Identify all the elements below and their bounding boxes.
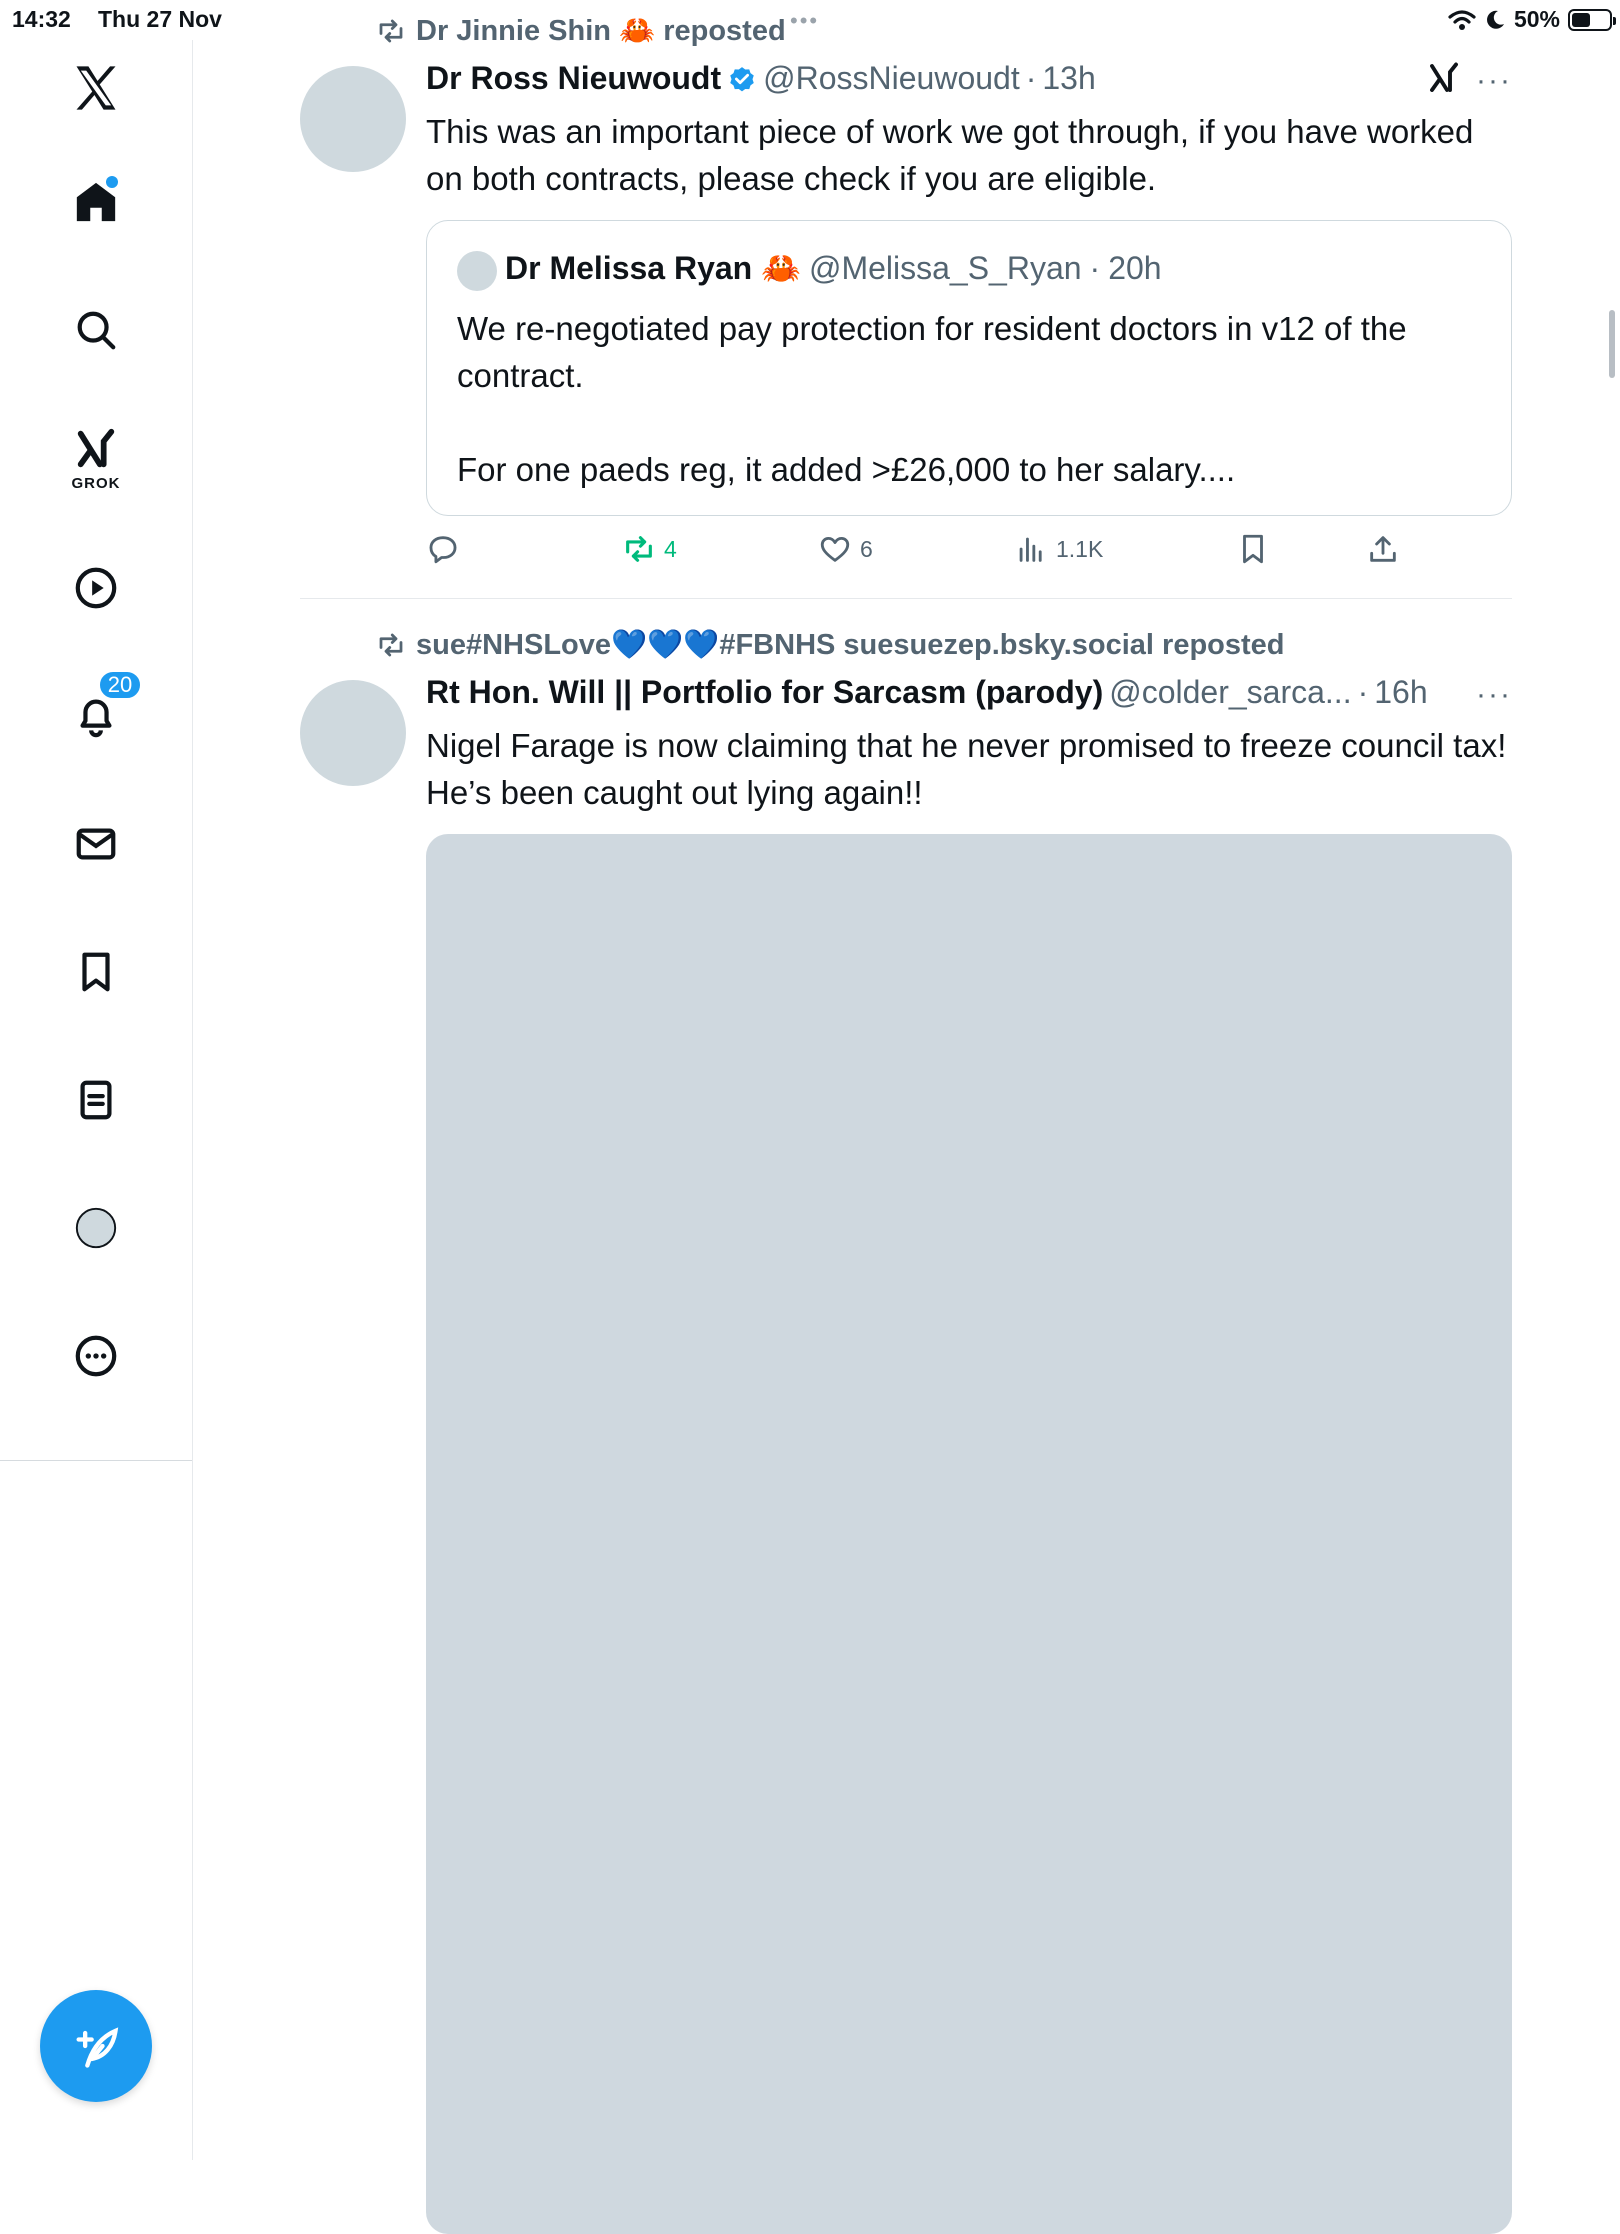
author-name[interactable]: Dr Ross Nieuwoudt: [426, 60, 721, 97]
sidebar-item-profile[interactable]: [56, 1188, 136, 1268]
sidebar-nav: GROK 20: [0, 40, 193, 2160]
author-handle[interactable]: @colder_sarca...: [1109, 674, 1351, 711]
views-chart-icon: [1019, 537, 1042, 562]
more-circle-icon: [75, 1335, 117, 1377]
sidebar-item-grok[interactable]: GROK: [56, 418, 136, 498]
quoted-tweet[interactable]: Dr Melissa Ryan 🦀 @Melissa_S_Ryan · 20h …: [426, 220, 1512, 516]
notifications-badge: 20: [98, 670, 142, 700]
repost-count: 4: [664, 535, 677, 562]
reply-icon: [429, 536, 457, 564]
more-options-icon[interactable]: ···: [1476, 64, 1512, 98]
sidebar-item-more[interactable]: [56, 1316, 136, 1396]
sidebar-item-notifications[interactable]: 20: [56, 670, 142, 756]
repost-icon: [379, 19, 403, 43]
grok-explain-icon[interactable]: [1426, 60, 1462, 104]
separator-dot: ·: [1357, 674, 1369, 710]
quoted-text-paragraph: We re-negotiated pay protection for resi…: [457, 310, 1407, 394]
tweet-header: Rt Hon. Will || Portfolio for Sarcasm (p…: [426, 674, 1428, 711]
verified-badge-icon: [730, 66, 754, 91]
media-image-placeholder[interactable]: [426, 834, 1512, 2234]
tweet-card[interactable]: Dr Jinnie Shin 🦀 reposted Dr Ross Nieuwo…: [300, 0, 1512, 600]
bookmarks-icon: [82, 952, 110, 992]
repost-context-text: sue#NHSLove💙💙💙#FBNHS suesuezep.bsky.soci…: [416, 629, 1285, 661]
tweet-actions: 4 6 1.1K: [426, 532, 1406, 582]
repost-context[interactable]: Dr Jinnie Shin 🦀 reposted: [376, 14, 786, 48]
like-count: 6: [860, 535, 873, 562]
tweet-text: Nigel Farage is now claiming that he nev…: [426, 727, 1507, 811]
repost-context-text: Dr Jinnie Shin 🦀 reposted: [416, 15, 786, 47]
compose-post-button[interactable]: [40, 1990, 152, 2102]
grok-icon: [77, 428, 115, 468]
share-upload-icon: [1370, 536, 1396, 562]
grok-icon: [1430, 62, 1458, 92]
views-button[interactable]: 1.1K: [1014, 532, 1103, 566]
compose-feather-icon: [76, 2027, 119, 2068]
timeline: Dr Jinnie Shin 🦀 reposted Dr Ross Nieuwo…: [192, 0, 1620, 2234]
quoted-avatar: [457, 251, 497, 291]
reply-button[interactable]: [426, 532, 468, 566]
profile-avatar-icon: [75, 1207, 117, 1249]
tweet-time[interactable]: 16h: [1374, 674, 1427, 711]
tweet-divider: [300, 598, 1512, 599]
x-logo-icon: [76, 66, 116, 110]
quoted-author-name: Dr Melissa Ryan 🦀: [505, 250, 801, 286]
avatar[interactable]: [300, 680, 406, 786]
quoted-author-handle: @Melissa_S_Ryan: [808, 249, 1082, 286]
quoted-time: 20h: [1108, 249, 1162, 286]
repost-context[interactable]: sue#NHSLove💙💙💙#FBNHS suesuezep.bsky.soci…: [376, 628, 1285, 662]
like-button[interactable]: 6: [818, 532, 873, 566]
sidebar-item-video[interactable]: [56, 548, 136, 628]
status-time: 14:32: [12, 6, 71, 32]
separator-dot: ·: [1089, 249, 1101, 286]
sidebar-item-bookmarks[interactable]: [56, 932, 136, 1012]
author-handle[interactable]: @RossNieuwoudt: [763, 60, 1020, 97]
more-options-icon[interactable]: ···: [1476, 678, 1512, 712]
repost-button[interactable]: 4: [622, 532, 677, 566]
avatar[interactable]: [300, 66, 406, 172]
lists-icon: [80, 1080, 112, 1120]
bookmark-icon: [1243, 534, 1263, 564]
views-count: 1.1K: [1056, 535, 1104, 562]
video-play-icon: [75, 567, 117, 609]
tweet-card[interactable]: sue#NHSLove💙💙💙#FBNHS suesuezep.bsky.soci…: [300, 600, 1512, 2234]
grok-label: GROK: [71, 475, 121, 492]
repost-icon: [626, 536, 652, 562]
sidebar-item-messages[interactable]: [56, 804, 136, 884]
tweet-text: This was an important piece of work we g…: [426, 113, 1474, 197]
sidebar-divider: [0, 1460, 192, 1461]
tweet-header: Dr Ross Nieuwoudt @RossNieuwoudt · 13h: [426, 60, 1096, 97]
sidebar-item-x-logo[interactable]: [56, 48, 136, 128]
author-name[interactable]: Rt Hon. Will || Portfolio for Sarcasm (p…: [426, 674, 1103, 711]
tweet-time[interactable]: 13h: [1042, 60, 1095, 97]
heart-icon: [820, 536, 850, 562]
share-button[interactable]: [1366, 532, 1400, 566]
sidebar-item-search[interactable]: [56, 290, 136, 370]
quoted-text-paragraph: For one paeds reg, it added >£26,000 to …: [457, 451, 1236, 488]
quoted-header: Dr Melissa Ryan 🦀 @Melissa_S_Ryan · 20h: [505, 249, 1162, 287]
repost-icon: [379, 633, 403, 657]
bookmark-button[interactable]: [1236, 532, 1270, 566]
search-icon: [77, 311, 116, 350]
sidebar-item-home[interactable]: [56, 162, 136, 242]
quoted-text: We re-negotiated pay protection for resi…: [457, 305, 1477, 493]
home-unread-dot: [106, 176, 118, 188]
separator-dot: ·: [1025, 60, 1037, 96]
scrollbar-thumb[interactable]: [1609, 310, 1615, 378]
messages-envelope-icon: [76, 828, 116, 860]
sidebar-item-lists[interactable]: [56, 1060, 136, 1140]
